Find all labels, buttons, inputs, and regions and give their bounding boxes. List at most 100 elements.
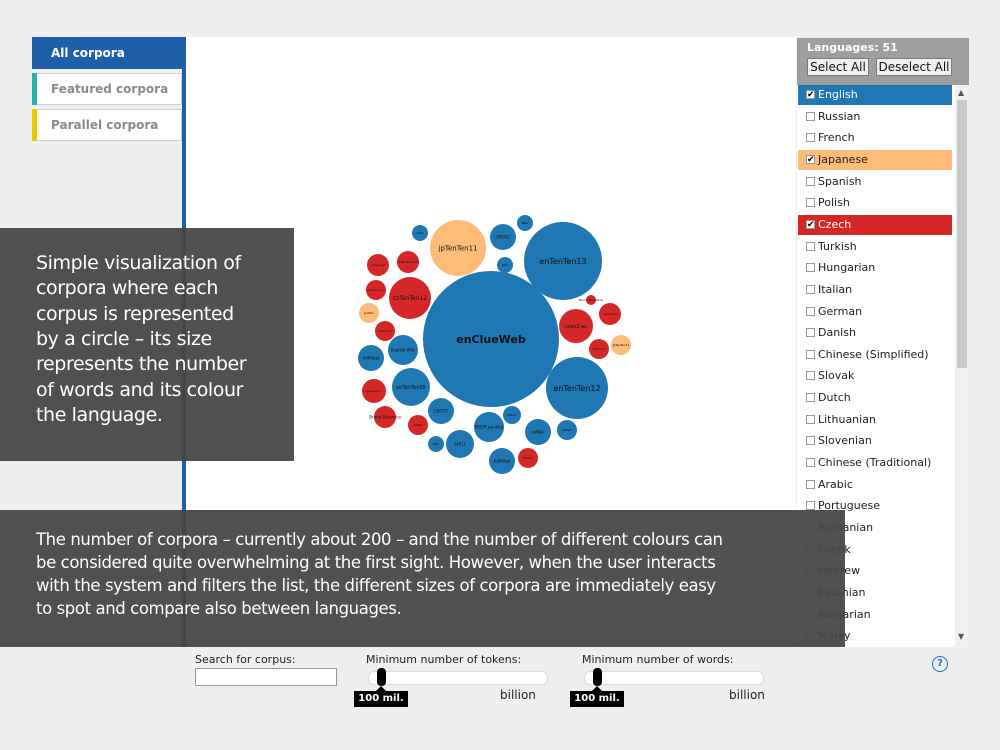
language-item[interactable]: Chinese (Traditional): [798, 453, 952, 473]
language-item[interactable]: Slovak: [798, 366, 952, 386]
language-checkbox[interactable]: [806, 85, 815, 105]
corpus-bubble-label: Bruno Bolemica: [369, 414, 401, 419]
language-item[interactable]: Czech: [798, 214, 952, 235]
words-slider[interactable]: [584, 671, 764, 685]
scroll-down-icon[interactable]: ▼: [958, 632, 964, 641]
language-checkbox[interactable]: [806, 215, 815, 235]
caption-line: corpora where each: [36, 277, 219, 300]
caption-overlay-top: Simple visualization of corpora where eac…: [0, 228, 294, 461]
language-item[interactable]: Slovenian: [798, 431, 952, 451]
select-all-button[interactable]: Select All: [807, 58, 869, 76]
language-item[interactable]: French: [798, 128, 952, 148]
language-checkbox[interactable]: [806, 133, 815, 143]
caption-line: Simple visualization of: [36, 252, 241, 274]
corpus-bubble-label: enClueWeb: [456, 333, 526, 346]
language-item[interactable]: Turkish: [798, 237, 952, 257]
language-checkbox[interactable]: [806, 436, 815, 446]
language-checkbox[interactable]: [806, 479, 815, 489]
language-label: Russian: [818, 109, 861, 123]
tab-parallel-corpora[interactable]: Parallel corpora: [32, 109, 182, 141]
language-label: Japanese: [818, 152, 868, 166]
tab-featured-corpora[interactable]: Featured corpora: [32, 73, 182, 105]
search-input[interactable]: [195, 668, 337, 686]
corpus-bubble-label: czes2-syn-c: [365, 389, 383, 393]
corpus-bubble-label: AAMetal: [494, 458, 511, 463]
language-label: Danish: [818, 326, 856, 340]
tokens-slider-handle[interactable]: [377, 668, 386, 686]
tokens-max-label: billion: [500, 688, 536, 702]
language-checkbox[interactable]: [806, 328, 815, 338]
deselect-all-button[interactable]: Deselect All: [876, 58, 952, 76]
language-checkbox[interactable]: [806, 111, 815, 121]
tokens-slider[interactable]: [368, 671, 548, 685]
language-checkbox[interactable]: [806, 263, 815, 273]
language-item[interactable]: Danish: [798, 323, 952, 343]
language-item[interactable]: Lithuanian: [798, 410, 952, 430]
words-slider-handle[interactable]: [593, 668, 602, 686]
language-item[interactable]: Polish: [798, 193, 952, 213]
caption-overlay-bottom: The number of corpora – currently about …: [0, 510, 845, 647]
language-label: Chinese (Simplified): [818, 347, 929, 361]
tab-all-corpora[interactable]: All corpora: [32, 37, 182, 69]
corpus-bubble-label: czTenTen12: [393, 295, 428, 302]
language-checkbox[interactable]: [806, 393, 815, 403]
language-item[interactable]: Japanese: [798, 149, 952, 170]
corpus-bubble-label: WAC: [417, 231, 424, 235]
corpus-bubble-label: BNC: [502, 263, 508, 267]
corpus-bubble-label: OPUS2: [523, 456, 533, 460]
corpus-bubble-label: czes2: [414, 423, 423, 427]
tokens-label: Minimum number of tokens:: [366, 653, 522, 666]
search-label: Search for corpus:: [195, 653, 296, 666]
language-checkbox[interactable]: [806, 371, 815, 381]
language-checkbox[interactable]: [806, 241, 815, 251]
language-label: Spanish: [818, 174, 862, 188]
language-item[interactable]: Arabic: [798, 475, 952, 495]
caption-line: represents the number: [36, 353, 247, 376]
language-label: Polish: [818, 196, 850, 210]
language-checkbox[interactable]: [806, 349, 815, 359]
language-item[interactable]: Dutch: [798, 388, 952, 408]
corpus-bubble-label: AAMetal: [363, 355, 380, 360]
tab-label: Parallel corpora: [51, 118, 159, 132]
caption-line: of words and its colour: [36, 378, 244, 401]
language-item[interactable]: Hungarian: [798, 258, 952, 278]
language-checkbox[interactable]: [806, 176, 815, 186]
help-icon[interactable]: ?: [932, 656, 948, 672]
language-checkbox[interactable]: [806, 414, 815, 424]
corpus-bubble-label: enTenTen12: [553, 384, 600, 393]
language-checkbox[interactable]: [806, 284, 815, 294]
corpus-bubble-label: czes2-as: [565, 324, 587, 330]
language-checkbox[interactable]: [806, 458, 815, 468]
language-item[interactable]: German: [798, 302, 952, 322]
language-label: Czech: [818, 217, 852, 231]
language-item[interactable]: Chinese (Simplified): [798, 345, 952, 365]
caption-line: by a circle – its size: [36, 327, 212, 350]
corpus-bubble-label: czes2-sm: [603, 312, 617, 316]
tab-accent-bar: [32, 73, 37, 105]
corpus-bubble-label: Bruno Bolemica: [579, 298, 603, 302]
language-checkbox[interactable]: [806, 150, 815, 170]
corpus-bubble-label: jpTenTen11: [612, 343, 630, 347]
language-label: English: [818, 88, 858, 101]
language-label: Dutch: [818, 391, 851, 405]
language-item[interactable]: English: [798, 85, 952, 105]
language-checkbox[interactable]: [806, 501, 815, 511]
language-label: Slovak: [818, 369, 855, 383]
language-item[interactable]: Spanish: [798, 172, 952, 192]
corpus-bubble-label: ukWaC: [531, 429, 545, 434]
caption-line: the language.: [36, 403, 163, 426]
corpus-bubble-label: SkWaC: [562, 428, 572, 432]
corpus-bubble-label: English Wiki: [391, 347, 415, 352]
words-label: Minimum number of words:: [582, 653, 734, 666]
scroll-up-icon[interactable]: ▲: [958, 88, 964, 97]
language-item[interactable]: Russian: [798, 107, 952, 127]
tokens-min-tooltip: 100 mil.: [354, 691, 408, 707]
corpus-bubble-label: czes2-syn-v: [367, 288, 385, 292]
language-label: Turkish: [818, 239, 857, 253]
language-item[interactable]: Italian: [798, 280, 952, 300]
caption-line: The number of corpora – currently about …: [36, 530, 723, 549]
corpus-bubble-label: NMAC: [508, 413, 517, 417]
language-checkbox[interactable]: [806, 198, 815, 208]
scrollbar-thumb[interactable]: [957, 100, 967, 368]
language-checkbox[interactable]: [806, 306, 815, 316]
